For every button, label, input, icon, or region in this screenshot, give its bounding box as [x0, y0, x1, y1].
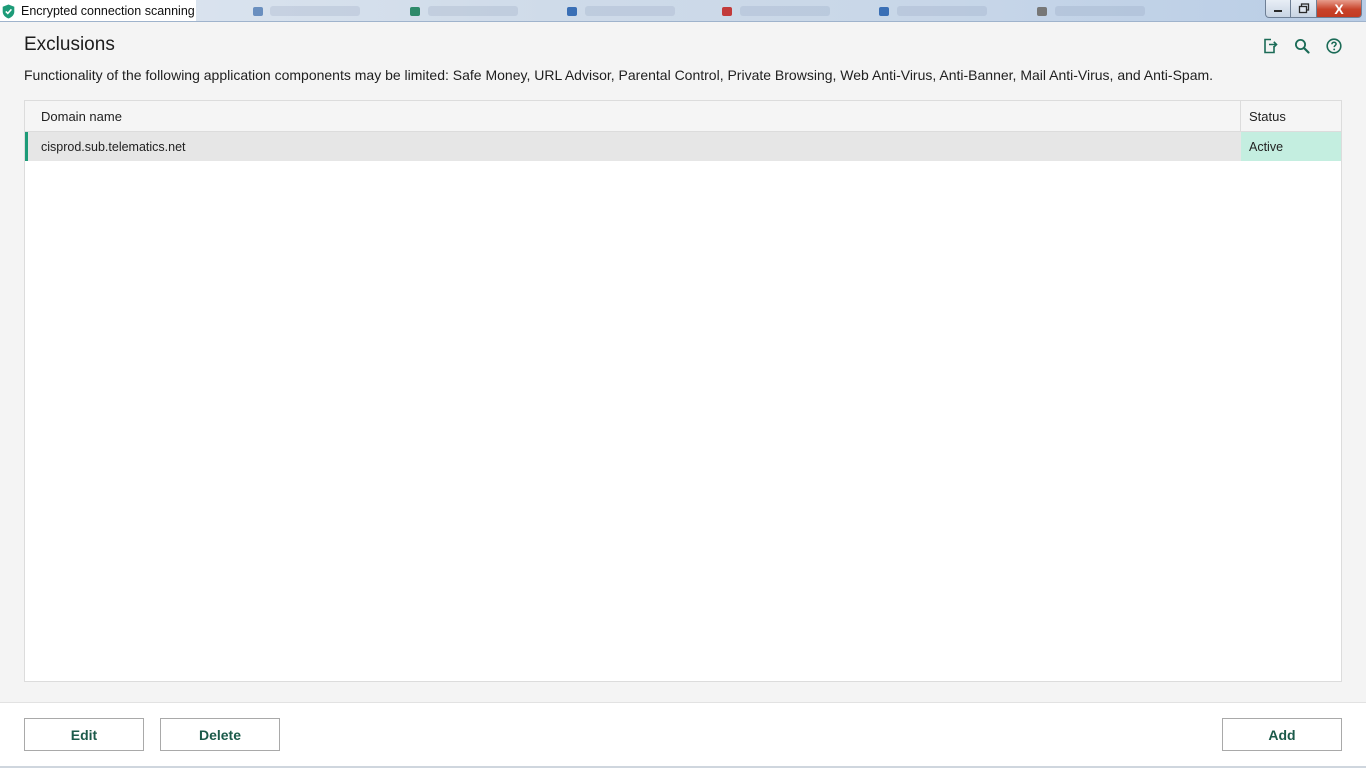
- window-title-area: Encrypted connection scanning: [0, 0, 196, 21]
- window-title: Encrypted connection scanning: [21, 4, 195, 18]
- maximize-button[interactable]: [1291, 0, 1317, 18]
- restore-icon: [1298, 3, 1309, 14]
- column-header-status[interactable]: Status: [1241, 101, 1341, 131]
- search-icon[interactable]: [1292, 36, 1312, 56]
- add-button[interactable]: Add: [1222, 718, 1342, 751]
- exclusions-table: Domain name Status cisprod.sub.telematic…: [24, 100, 1342, 682]
- table-header: Domain name Status: [25, 101, 1341, 132]
- column-header-domain[interactable]: Domain name: [25, 101, 1241, 131]
- close-button[interactable]: X: [1317, 0, 1362, 18]
- kaspersky-shield-icon: [2, 3, 16, 19]
- footer-bar: Edit Delete Add: [0, 702, 1366, 768]
- limitations-description: Functionality of the following applicati…: [24, 67, 1214, 83]
- page-title: Exclusions: [24, 34, 115, 55]
- minimize-icon: [1274, 9, 1282, 12]
- minimize-button[interactable]: [1265, 0, 1291, 18]
- delete-button[interactable]: Delete: [160, 718, 280, 751]
- table-row[interactable]: cisprod.sub.telematics.net Active: [25, 132, 1341, 161]
- domain-cell: cisprod.sub.telematics.net: [41, 139, 186, 154]
- header-toolbar: [1260, 36, 1344, 56]
- status-cell: Active: [1241, 132, 1341, 161]
- close-icon: X: [1334, 0, 1344, 17]
- edit-button[interactable]: Edit: [24, 718, 144, 751]
- help-icon[interactable]: [1324, 36, 1344, 56]
- export-icon[interactable]: [1260, 36, 1280, 56]
- window-titlebar[interactable]: Encrypted connection scanning X: [0, 0, 1366, 22]
- window-controls: X: [1265, 0, 1362, 18]
